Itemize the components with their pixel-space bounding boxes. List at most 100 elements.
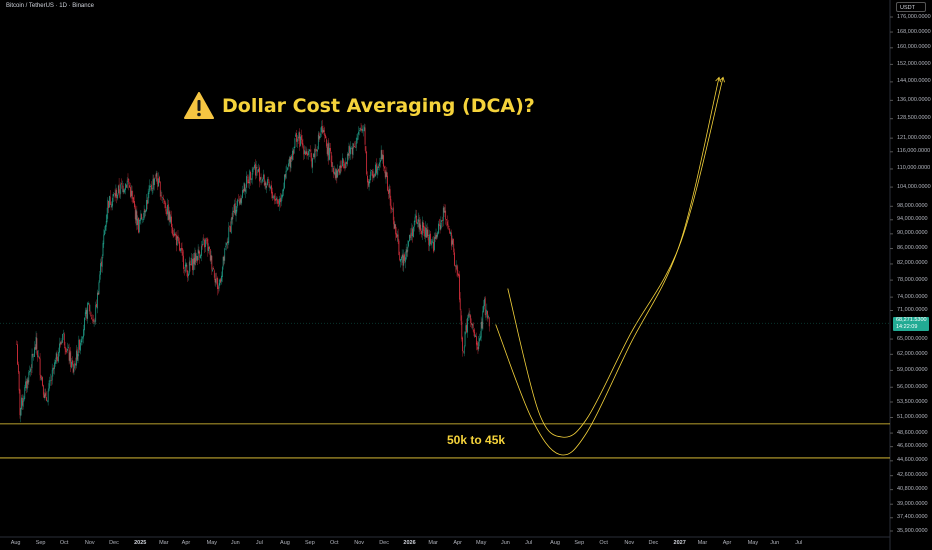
x-tick-label: Aug xyxy=(550,540,560,546)
candle-body xyxy=(175,233,176,236)
candle-body xyxy=(359,127,361,130)
candle-body xyxy=(90,312,92,317)
candle-body xyxy=(475,336,477,345)
candle-body xyxy=(277,200,279,204)
candle-body xyxy=(321,126,323,134)
candle-body xyxy=(481,321,483,329)
candle-body xyxy=(383,155,384,167)
candle-body xyxy=(405,257,406,263)
currency-unit-label[interactable]: USDT xyxy=(896,2,926,12)
candle-body xyxy=(442,207,444,221)
candle-body xyxy=(171,227,173,235)
candle-body xyxy=(215,278,217,284)
candle-body xyxy=(413,226,414,238)
candle-body xyxy=(245,189,247,193)
candle-body xyxy=(141,214,143,220)
candle-body xyxy=(213,270,215,278)
candle-body xyxy=(423,225,425,231)
candle-body xyxy=(217,277,218,290)
projection-curve-1 xyxy=(507,77,724,438)
candle-body xyxy=(148,191,150,195)
y-tick-label: 144,000.0000 xyxy=(897,78,931,85)
candle-body xyxy=(405,248,407,259)
candle-body xyxy=(287,167,288,170)
candle-body xyxy=(400,256,402,261)
y-tick-label: 176,000.0000 xyxy=(897,13,931,20)
candle-body xyxy=(150,186,151,187)
candle-body xyxy=(446,221,448,226)
candle-body xyxy=(417,218,419,222)
candle-body xyxy=(26,381,27,389)
y-tick-label: 44,600.0000 xyxy=(897,457,928,464)
candle-body xyxy=(400,259,401,262)
candle-body xyxy=(44,393,46,399)
candle-body xyxy=(178,238,180,243)
candle-body xyxy=(48,383,50,391)
candle-body xyxy=(130,190,132,197)
candle-body xyxy=(290,156,292,169)
symbol-header[interactable]: Bitcoin / TetherUS · 1D · Binance xyxy=(6,3,94,9)
candle-body xyxy=(227,241,229,244)
candle-body xyxy=(444,211,446,213)
candle-body xyxy=(199,252,201,258)
candle-body xyxy=(60,341,62,345)
candle-body xyxy=(109,196,111,205)
x-tick-label: Mar xyxy=(697,540,708,546)
candle-body xyxy=(109,195,110,208)
candle-body xyxy=(213,268,214,270)
candle-body xyxy=(377,166,379,170)
y-tick-label: 86,000.0000 xyxy=(897,245,928,252)
candle-body xyxy=(217,287,219,289)
candle-body xyxy=(262,179,263,182)
candle-body xyxy=(34,347,36,350)
candle-body xyxy=(153,178,155,186)
candle-body xyxy=(282,189,284,197)
candle-body xyxy=(338,170,340,173)
candle-body xyxy=(301,139,303,145)
candle-body xyxy=(133,197,134,203)
candle-body xyxy=(191,257,193,266)
candle-body xyxy=(230,218,232,234)
candle-body xyxy=(467,315,469,318)
candle-body xyxy=(243,182,245,191)
candle-body xyxy=(425,227,426,238)
candle-body xyxy=(156,172,158,181)
x-tick-label: Nov xyxy=(354,540,364,546)
candle-body xyxy=(59,343,60,353)
candle-body xyxy=(42,385,44,395)
candle-body xyxy=(163,200,165,202)
candle-body xyxy=(222,256,224,267)
candle-body xyxy=(248,182,250,183)
candle-body xyxy=(143,210,145,219)
candle-body xyxy=(211,256,213,270)
candle-body xyxy=(240,197,242,203)
candle-body xyxy=(19,389,21,416)
candle-body xyxy=(391,207,393,210)
candle-body xyxy=(25,381,26,388)
candle-body xyxy=(98,282,100,295)
candle-body xyxy=(384,169,386,178)
x-tick-label: Oct xyxy=(59,540,69,546)
candle-body xyxy=(487,311,488,319)
candle-body xyxy=(47,390,49,403)
candle-body xyxy=(158,178,159,187)
candle-body xyxy=(397,234,399,241)
candle-body xyxy=(162,197,164,199)
candle-body xyxy=(300,136,301,146)
candle-body xyxy=(449,228,451,234)
chart-canvas[interactable] xyxy=(0,0,932,550)
candle-body xyxy=(319,136,321,139)
candle-body xyxy=(168,211,170,220)
candle-body xyxy=(71,361,72,368)
candlestick-series xyxy=(16,119,490,423)
x-tick-label: Aug xyxy=(280,540,290,546)
x-tick-label: Nov xyxy=(624,540,635,546)
candle-body xyxy=(392,209,393,210)
candle-body xyxy=(257,169,259,173)
candle-body xyxy=(234,203,236,215)
candle-body xyxy=(411,227,413,237)
candle-body xyxy=(181,248,183,251)
candle-body xyxy=(457,270,459,275)
support-levels xyxy=(0,423,890,459)
candle-body xyxy=(114,193,116,198)
